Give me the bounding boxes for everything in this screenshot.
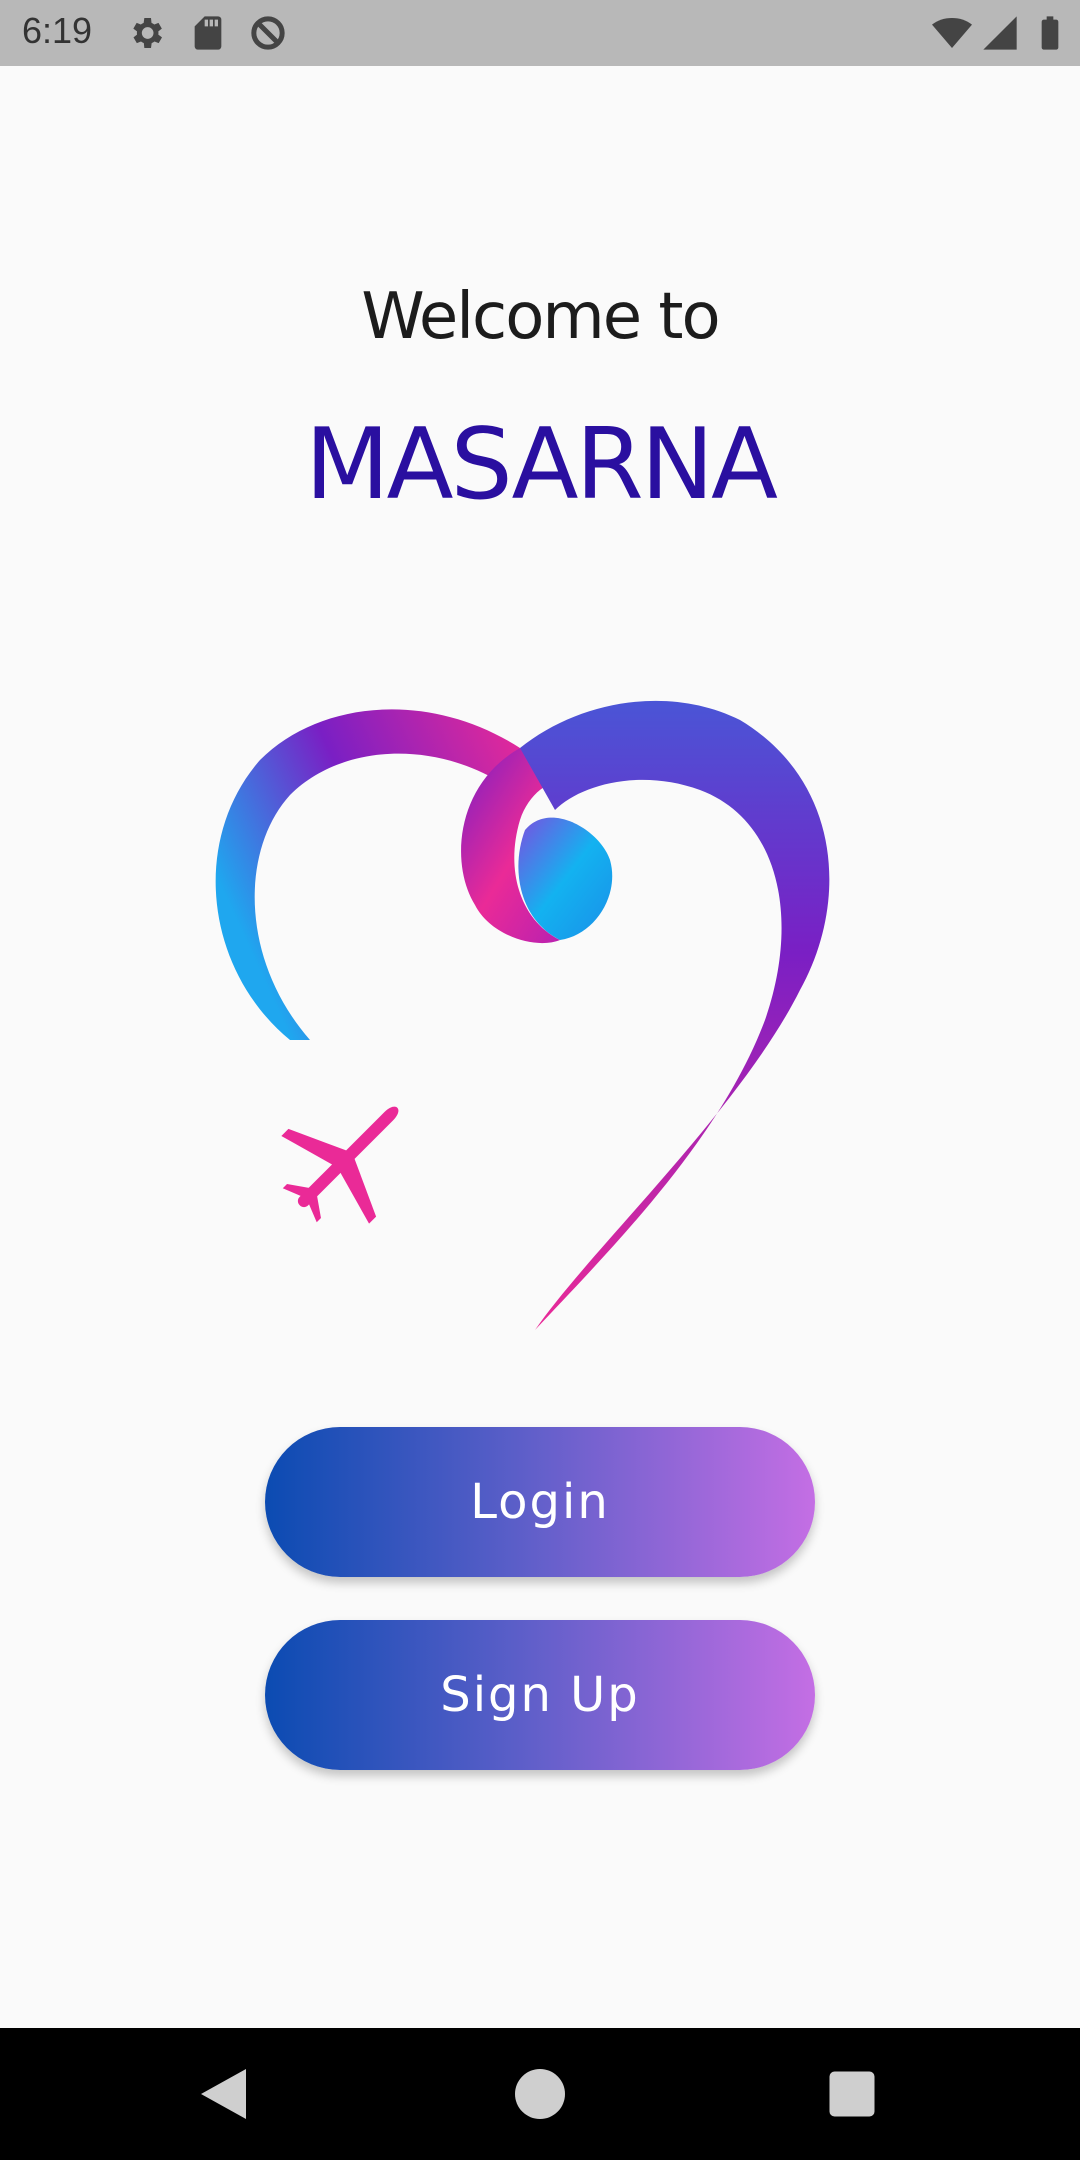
recents-icon[interactable] (822, 2064, 882, 2124)
navigation-bar (0, 2028, 1080, 2160)
status-time: 6:19 (22, 10, 93, 51)
battery-icon (1041, 16, 1059, 50)
welcome-text: Welcome to (361, 280, 720, 354)
wifi-icon (932, 18, 972, 48)
back-icon[interactable] (196, 2064, 256, 2124)
status-bar: 6:19 (0, 0, 1080, 66)
signal-icon (983, 16, 1017, 50)
heart-airplane-logo-icon (215, 700, 830, 1330)
home-icon[interactable] (510, 2064, 570, 2124)
sd-card-icon (194, 16, 222, 50)
no-sync-icon (251, 16, 285, 50)
gear-icon (133, 18, 162, 48)
app-name: MASARNA (304, 408, 778, 522)
login-button[interactable]: Login (265, 1427, 815, 1577)
signup-button[interactable]: Sign Up (265, 1620, 815, 1770)
